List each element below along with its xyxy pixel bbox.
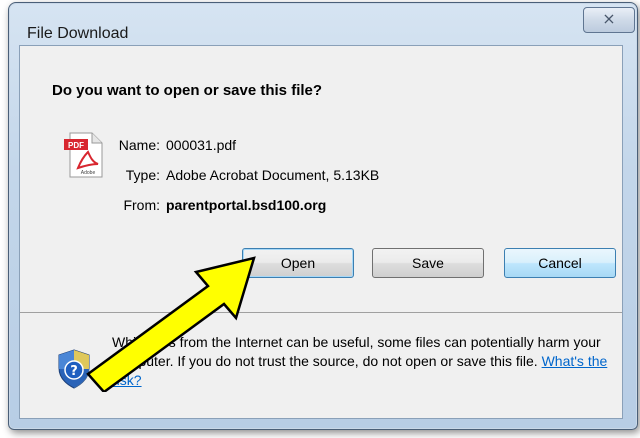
- file-source-label: From:: [123, 197, 160, 213]
- window-title: File Download: [27, 25, 129, 42]
- file-type-value: Adobe Acrobat Document, 5.13KB: [166, 167, 380, 183]
- cancel-button[interactable]: Cancel: [504, 248, 616, 278]
- save-button[interactable]: Save: [372, 248, 484, 278]
- svg-text:?: ?: [70, 364, 78, 379]
- file-type-label: Type:: [125, 167, 160, 183]
- file-name-label: Name:: [118, 137, 160, 153]
- file-source-value: parentportal.bsd100.org: [166, 197, 327, 213]
- close-button[interactable]: ⨯: [583, 7, 635, 33]
- dialog-question: Do you want to open or save this file?: [52, 82, 323, 99]
- title-bar[interactable]: File Download ⨯: [9, 3, 637, 42]
- arrow-annotation: [86, 256, 256, 392]
- close-icon: ⨯: [602, 9, 616, 28]
- file-name-value: 000031.pdf: [166, 137, 237, 153]
